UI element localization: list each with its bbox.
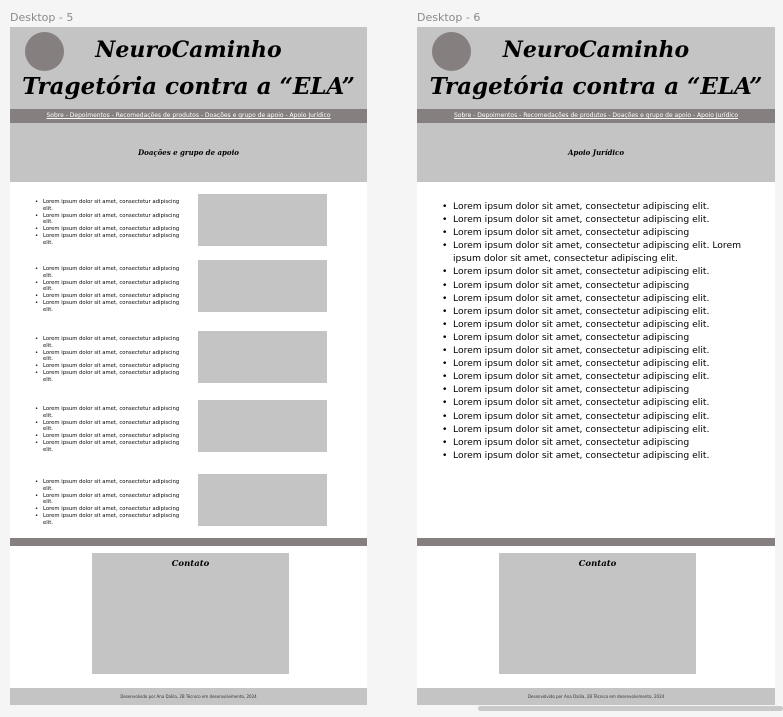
list-item: Lorem ipsum dolor sit amet, consectetur … [35, 293, 189, 300]
list-item: Lorem ipsum dolor sit amet, consectetur … [442, 279, 756, 292]
list-item: Lorem ipsum dolor sit amet, consectetur … [35, 199, 189, 213]
list-item: Lorem ipsum dolor sit amet, consectetur … [35, 513, 189, 527]
list-item: Lorem ipsum dolor sit amet, consectetur … [442, 213, 756, 226]
brand-title: NeuroCaminho [502, 37, 690, 63]
list-item: Lorem ipsum dolor sit amet, consectetur … [35, 433, 189, 440]
section-title: Apoio Jurídico [568, 148, 624, 157]
list-item: Lorem ipsum dolor sit amet, consectetur … [35, 479, 189, 493]
list-item: Lorem ipsum dolor sit amet, consectetur … [442, 239, 756, 265]
card-list-1: Lorem ipsum dolor sit amet, consectetur … [35, 199, 189, 247]
frame-desktop-6[interactable]: NeuroCaminho Tragetória contra a “ELA” S… [417, 27, 775, 705]
card-list-3: Lorem ipsum dolor sit amet, consectetur … [35, 336, 189, 384]
list-item: Lorem ipsum dolor sit amet, consectetur … [442, 265, 756, 278]
card-image-placeholder [198, 331, 327, 383]
card-image-placeholder [198, 474, 327, 526]
nav-bar[interactable]: Sobre - Depoimentos - Recomedações de pr… [417, 109, 775, 123]
legal-support-list: Lorem ipsum dolor sit amet, consectetur … [442, 200, 756, 462]
list-item: Lorem ipsum dolor sit amet, consectetur … [35, 233, 189, 247]
list-item: Lorem ipsum dolor sit amet, consectetur … [442, 331, 756, 344]
list-item: Lorem ipsum dolor sit amet, consectetur … [442, 200, 756, 213]
frame-label-desktop-5[interactable]: Desktop - 5 [10, 11, 73, 24]
card-image-placeholder [198, 194, 327, 246]
list-item: Lorem ipsum dolor sit amet, consectetur … [442, 410, 756, 423]
card-image-placeholder [198, 260, 327, 312]
list-item: Lorem ipsum dolor sit amet, consectetur … [35, 420, 189, 434]
section-divider [417, 538, 775, 546]
list-item: Lorem ipsum dolor sit amet, consectetur … [442, 449, 756, 462]
section-banner: Doações e grupo de apoio [10, 123, 367, 182]
list-item: Lorem ipsum dolor sit amet, consectetur … [35, 406, 189, 420]
section-divider [10, 538, 367, 546]
list-item: Lorem ipsum dolor sit amet, consectetur … [442, 423, 756, 436]
list-item: Lorem ipsum dolor sit amet, consectetur … [442, 383, 756, 396]
list-item: Lorem ipsum dolor sit amet, consectetur … [442, 344, 756, 357]
list-item: Lorem ipsum dolor sit amet, consectetur … [35, 440, 189, 454]
section-banner: Apoio Jurídico [417, 123, 775, 182]
card-list-2: Lorem ipsum dolor sit amet, consectetur … [35, 266, 189, 314]
brand-subtitle: Tragetória contra a “ELA” [22, 73, 355, 100]
list-item: Lorem ipsum dolor sit amet, consectetur … [35, 226, 189, 233]
site-header: NeuroCaminho Tragetória contra a “ELA” [417, 27, 775, 109]
list-item: Lorem ipsum dolor sit amet, consectetur … [442, 436, 756, 449]
list-item: Lorem ipsum dolor sit amet, consectetur … [35, 213, 189, 227]
frame-desktop-5[interactable]: NeuroCaminho Tragetória contra a “ELA” S… [10, 27, 367, 705]
list-item: Lorem ipsum dolor sit amet, consectetur … [35, 363, 189, 370]
list-item: Lorem ipsum dolor sit amet, consectetur … [35, 266, 189, 280]
list-item: Lorem ipsum dolor sit amet, consectetur … [35, 493, 189, 507]
contact-title: Contato [578, 559, 617, 569]
list-item: Lorem ipsum dolor sit amet, consectetur … [35, 300, 189, 314]
list-item: Lorem ipsum dolor sit amet, consectetur … [442, 318, 756, 331]
site-footer: Desenvolvido por Ana Dalila, 2B Técnico … [10, 688, 367, 705]
list-item: Lorem ipsum dolor sit amet, consectetur … [442, 305, 756, 318]
horizontal-scrollbar[interactable] [478, 706, 783, 711]
card-list-4: Lorem ipsum dolor sit amet, consectetur … [35, 406, 189, 454]
list-item: Lorem ipsum dolor sit amet, consectetur … [35, 506, 189, 513]
site-header: NeuroCaminho Tragetória contra a “ELA” [10, 27, 367, 109]
site-footer: Desenvolvido por Ana Dalila, 2B Técnico … [417, 688, 775, 705]
frame-label-desktop-6[interactable]: Desktop - 6 [417, 11, 480, 24]
list-item: Lorem ipsum dolor sit amet, consectetur … [35, 280, 189, 294]
list-item: Lorem ipsum dolor sit amet, consectetur … [442, 292, 756, 305]
nav-bar[interactable]: Sobre - Depoimentos - Recomedações de pr… [10, 109, 367, 123]
section-title: Doações e grupo de apoio [138, 148, 239, 157]
list-item: Lorem ipsum dolor sit amet, consectetur … [442, 357, 756, 370]
list-item: Lorem ipsum dolor sit amet, consectetur … [35, 336, 189, 350]
list-item: Lorem ipsum dolor sit amet, consectetur … [442, 396, 756, 409]
contact-section: Contato [499, 553, 696, 674]
brand-subtitle: Tragetória contra a “ELA” [429, 73, 763, 100]
contact-section: Contato [92, 553, 289, 674]
list-item: Lorem ipsum dolor sit amet, consectetur … [442, 226, 756, 239]
brand-title: NeuroCaminho [95, 37, 282, 63]
contact-title: Contato [171, 559, 210, 569]
list-item: Lorem ipsum dolor sit amet, consectetur … [442, 370, 756, 383]
list-item: Lorem ipsum dolor sit amet, consectetur … [35, 350, 189, 364]
card-image-placeholder [198, 400, 327, 452]
list-item: Lorem ipsum dolor sit amet, consectetur … [35, 370, 189, 384]
card-list-5: Lorem ipsum dolor sit amet, consectetur … [35, 479, 189, 527]
